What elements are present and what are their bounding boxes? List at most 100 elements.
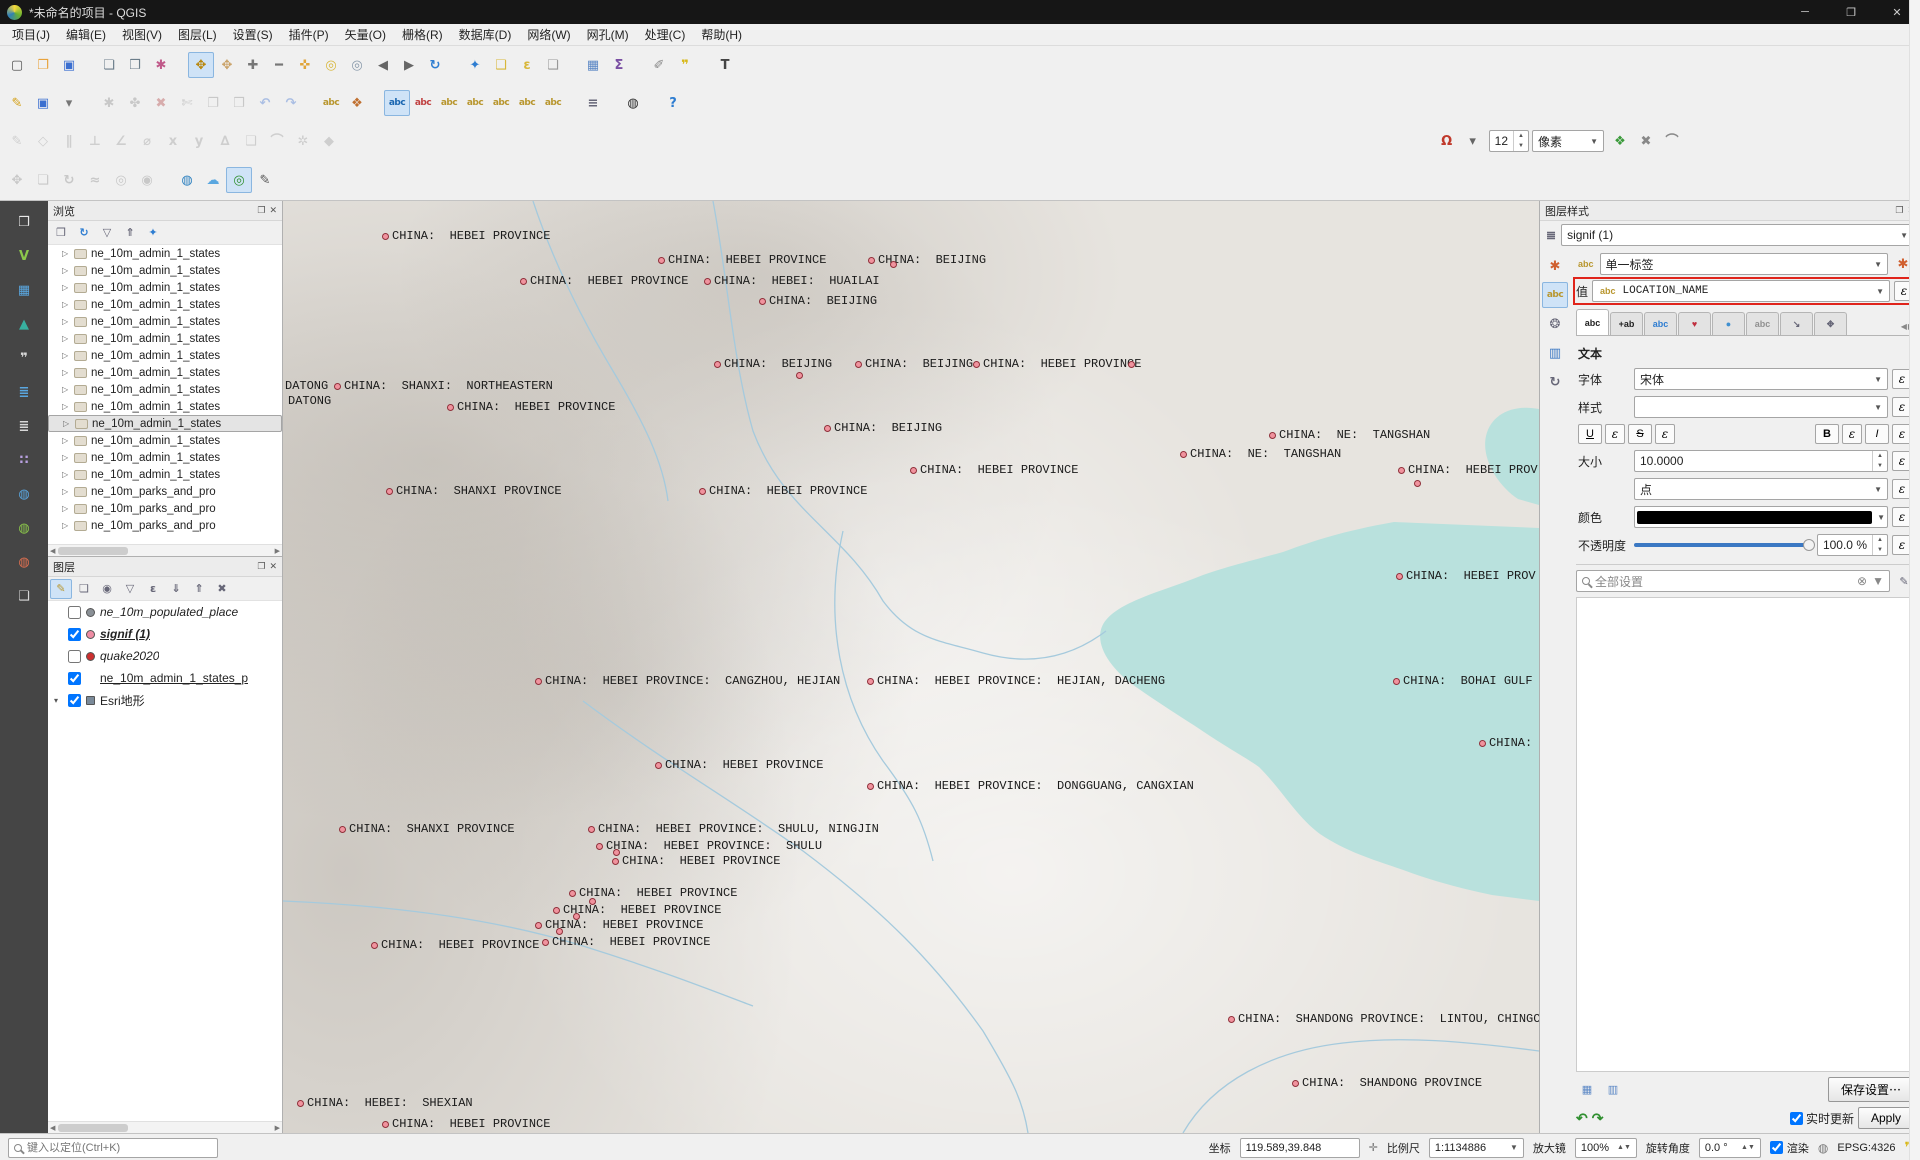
highlight-pinned-labels[interactable]: abc xyxy=(462,90,488,116)
layers-hscrollbar[interactable]: ◀ ▶ xyxy=(48,1121,282,1133)
expand-all-layers[interactable]: ⇓ xyxy=(165,579,187,599)
cad-burst[interactable]: ✲ xyxy=(290,128,316,154)
expander-icon[interactable]: ▷ xyxy=(62,249,70,258)
change-label-properties[interactable]: abc xyxy=(540,90,566,116)
panel-close-icon[interactable]: ✕ xyxy=(269,205,277,216)
move-label[interactable]: abc xyxy=(488,90,514,116)
tabs-scroll-left-icon[interactable]: ◀ xyxy=(1901,322,1907,331)
zoom-in[interactable]: ✚ xyxy=(240,52,266,78)
layer-visibility-checkbox[interactable] xyxy=(68,649,81,663)
open-layer-styling[interactable]: ✎ xyxy=(50,578,72,599)
data-defined-override-button[interactable]: ε xyxy=(1842,424,1862,444)
zoom-full[interactable]: ✜ xyxy=(292,52,318,78)
new-shapefile-layer[interactable]: ❑ xyxy=(7,581,41,611)
cad-y-constraint[interactable]: y xyxy=(186,128,212,154)
pan-map[interactable]: ✥ xyxy=(188,52,214,78)
expander-icon[interactable]: ▷ xyxy=(62,334,70,343)
browser-tree-item[interactable]: ▷ ne_10m_admin_1_states xyxy=(48,432,282,449)
expander-icon[interactable]: ▷ xyxy=(62,453,70,462)
menu-item[interactable]: 视图(V) xyxy=(114,23,170,46)
locate-box[interactable] xyxy=(8,1137,218,1158)
pan-to-selection[interactable]: ✥ xyxy=(214,52,240,78)
layer-visibility-checkbox[interactable] xyxy=(68,693,81,707)
collapse-all-layers[interactable]: ⇑ xyxy=(188,579,210,599)
snapping-options[interactable]: ▾ xyxy=(1460,128,1486,154)
rotate-label[interactable]: abc xyxy=(514,90,540,116)
add-mesh-layer[interactable]: ▲ xyxy=(7,309,41,339)
add-group[interactable]: ❏ xyxy=(73,579,95,599)
map-tips[interactable]: ❞ xyxy=(672,52,698,78)
browser-collapse-all[interactable]: ⇑ xyxy=(119,223,141,243)
layer-visibility-checkbox[interactable] xyxy=(68,627,81,641)
expander-icon[interactable]: ▷ xyxy=(62,436,70,445)
history-tab[interactable]: ↻ xyxy=(1542,369,1568,395)
live-update-checkbox[interactable] xyxy=(1789,1111,1803,1125)
layer-row[interactable]: ne_10m_populated_place xyxy=(48,601,282,623)
browser-tree-item[interactable]: ▷ ne_10m_parks_and_pro xyxy=(48,500,282,517)
panel-dock-icon[interactable]: ❐ xyxy=(257,561,265,572)
map-canvas[interactable]: CHINA: HEBEI PROVINCE CHINA: HEBEI PROVI… xyxy=(283,201,1539,1133)
expander-icon[interactable]: ▷ xyxy=(63,419,71,428)
browser-tree-item[interactable]: ▷ ne_10m_admin_1_states xyxy=(48,313,282,330)
rotation-spinner[interactable]: 0.0 ° ▲▼ xyxy=(1698,1137,1761,1158)
deselect-all[interactable]: ❑ xyxy=(540,52,566,78)
menu-item[interactable]: 数据库(D) xyxy=(451,23,520,46)
filter-by-expression[interactable]: ε xyxy=(142,579,164,599)
render-checkbox[interactable] xyxy=(1769,1141,1783,1154)
add-wcs-layer[interactable]: ◍ xyxy=(7,547,41,577)
automated-placement-settings-button[interactable]: ✱ xyxy=(1892,253,1914,275)
osm-place-search[interactable]: ◎ xyxy=(226,167,252,193)
strikethrough-toggle[interactable]: S xyxy=(1628,424,1652,444)
browser-tree-item[interactable]: ▷ ne_10m_admin_1_states xyxy=(48,398,282,415)
cad-distance-constraint[interactable]: ⌀ xyxy=(134,128,160,154)
browser-tree-item[interactable]: ▷ ne_10m_admin_1_states xyxy=(48,245,282,262)
opacity-spinner[interactable]: 100.0 % ▲ ▼ xyxy=(1816,534,1888,556)
browser-tree-item[interactable]: ▷ ne_10m_admin_1_states xyxy=(48,262,282,279)
show-layout-manager[interactable]: ❒ xyxy=(122,52,148,78)
tab-callouts[interactable]: ↘ xyxy=(1780,312,1813,335)
add-spatialite-layer[interactable]: ≣ xyxy=(7,411,41,441)
cad-floater[interactable]: ❑ xyxy=(238,128,264,154)
snapping-on-intersection[interactable]: ✖ xyxy=(1633,128,1659,154)
magnifier-spinner[interactable]: 100% ▲▼ xyxy=(1574,1137,1637,1158)
save-project[interactable]: ▣ xyxy=(56,52,82,78)
font-select[interactable]: 宋体 ▼ xyxy=(1634,368,1888,390)
zoom-to-selection[interactable]: ◎ xyxy=(318,52,344,78)
add-delimited-text-layer[interactable]: ❞ xyxy=(7,343,41,373)
add-feature[interactable]: ✱ xyxy=(96,90,122,116)
layer-row[interactable]: quake2020 xyxy=(48,645,282,667)
select-by-expression[interactable]: ε xyxy=(514,52,540,78)
cad-triangle[interactable]: ◆ xyxy=(316,128,342,154)
browser-properties[interactable]: ✦ xyxy=(142,223,164,243)
snapping-toggle[interactable]: Ω xyxy=(1434,128,1460,154)
browser-tree-item[interactable]: ▷ ne_10m_admin_1_states xyxy=(48,347,282,364)
label-field-select[interactable]: abc LOCATION_NAME ▼ xyxy=(1592,280,1890,302)
diagrams-tab[interactable]: ▥ xyxy=(1542,340,1568,366)
cad-common-angle-snap[interactable]: ∆ xyxy=(212,128,238,154)
layer-diagram[interactable]: ❖ xyxy=(344,90,370,116)
expander-icon[interactable]: ▷ xyxy=(62,521,70,530)
expander-icon[interactable]: ▷ xyxy=(62,351,70,360)
mask-tab[interactable]: ❂ xyxy=(1542,311,1568,337)
simplify-feature[interactable]: ≈ xyxy=(82,167,108,193)
menu-item[interactable]: 帮助(H) xyxy=(693,23,750,46)
expander-icon[interactable]: ▷ xyxy=(62,283,70,292)
browser-tree-item[interactable]: ▷ ne_10m_admin_1_states xyxy=(48,415,282,432)
tab-mask[interactable]: ♥ xyxy=(1678,312,1711,335)
tab-placement[interactable]: ✥ xyxy=(1814,312,1847,335)
expander-icon[interactable]: ▷ xyxy=(62,300,70,309)
copy-features[interactable]: ❐ xyxy=(200,90,226,116)
expander-icon[interactable]: ▷ xyxy=(62,266,70,275)
bold-toggle[interactable]: B xyxy=(1815,424,1839,444)
browser-tree-item[interactable]: ▷ ne_10m_parks_and_pro xyxy=(48,483,282,500)
browser-tree-item[interactable]: ▷ ne_10m_admin_1_states xyxy=(48,279,282,296)
add-wms-layer[interactable]: ◍ xyxy=(7,479,41,509)
menu-item[interactable]: 网孔(M) xyxy=(579,23,637,46)
browser-tree-item[interactable]: ▷ ne_10m_admin_1_states xyxy=(48,466,282,483)
browser-tree-item[interactable]: ▷ ne_10m_admin_1_states xyxy=(48,296,282,313)
menu-item[interactable]: 矢量(O) xyxy=(337,23,394,46)
toggle-editing[interactable]: ✎ xyxy=(4,90,30,116)
browser-tree-item[interactable]: ▷ ne_10m_admin_1_states xyxy=(48,381,282,398)
locate-input[interactable] xyxy=(27,1141,212,1154)
browser-add-layers[interactable]: ❒ xyxy=(50,223,72,243)
